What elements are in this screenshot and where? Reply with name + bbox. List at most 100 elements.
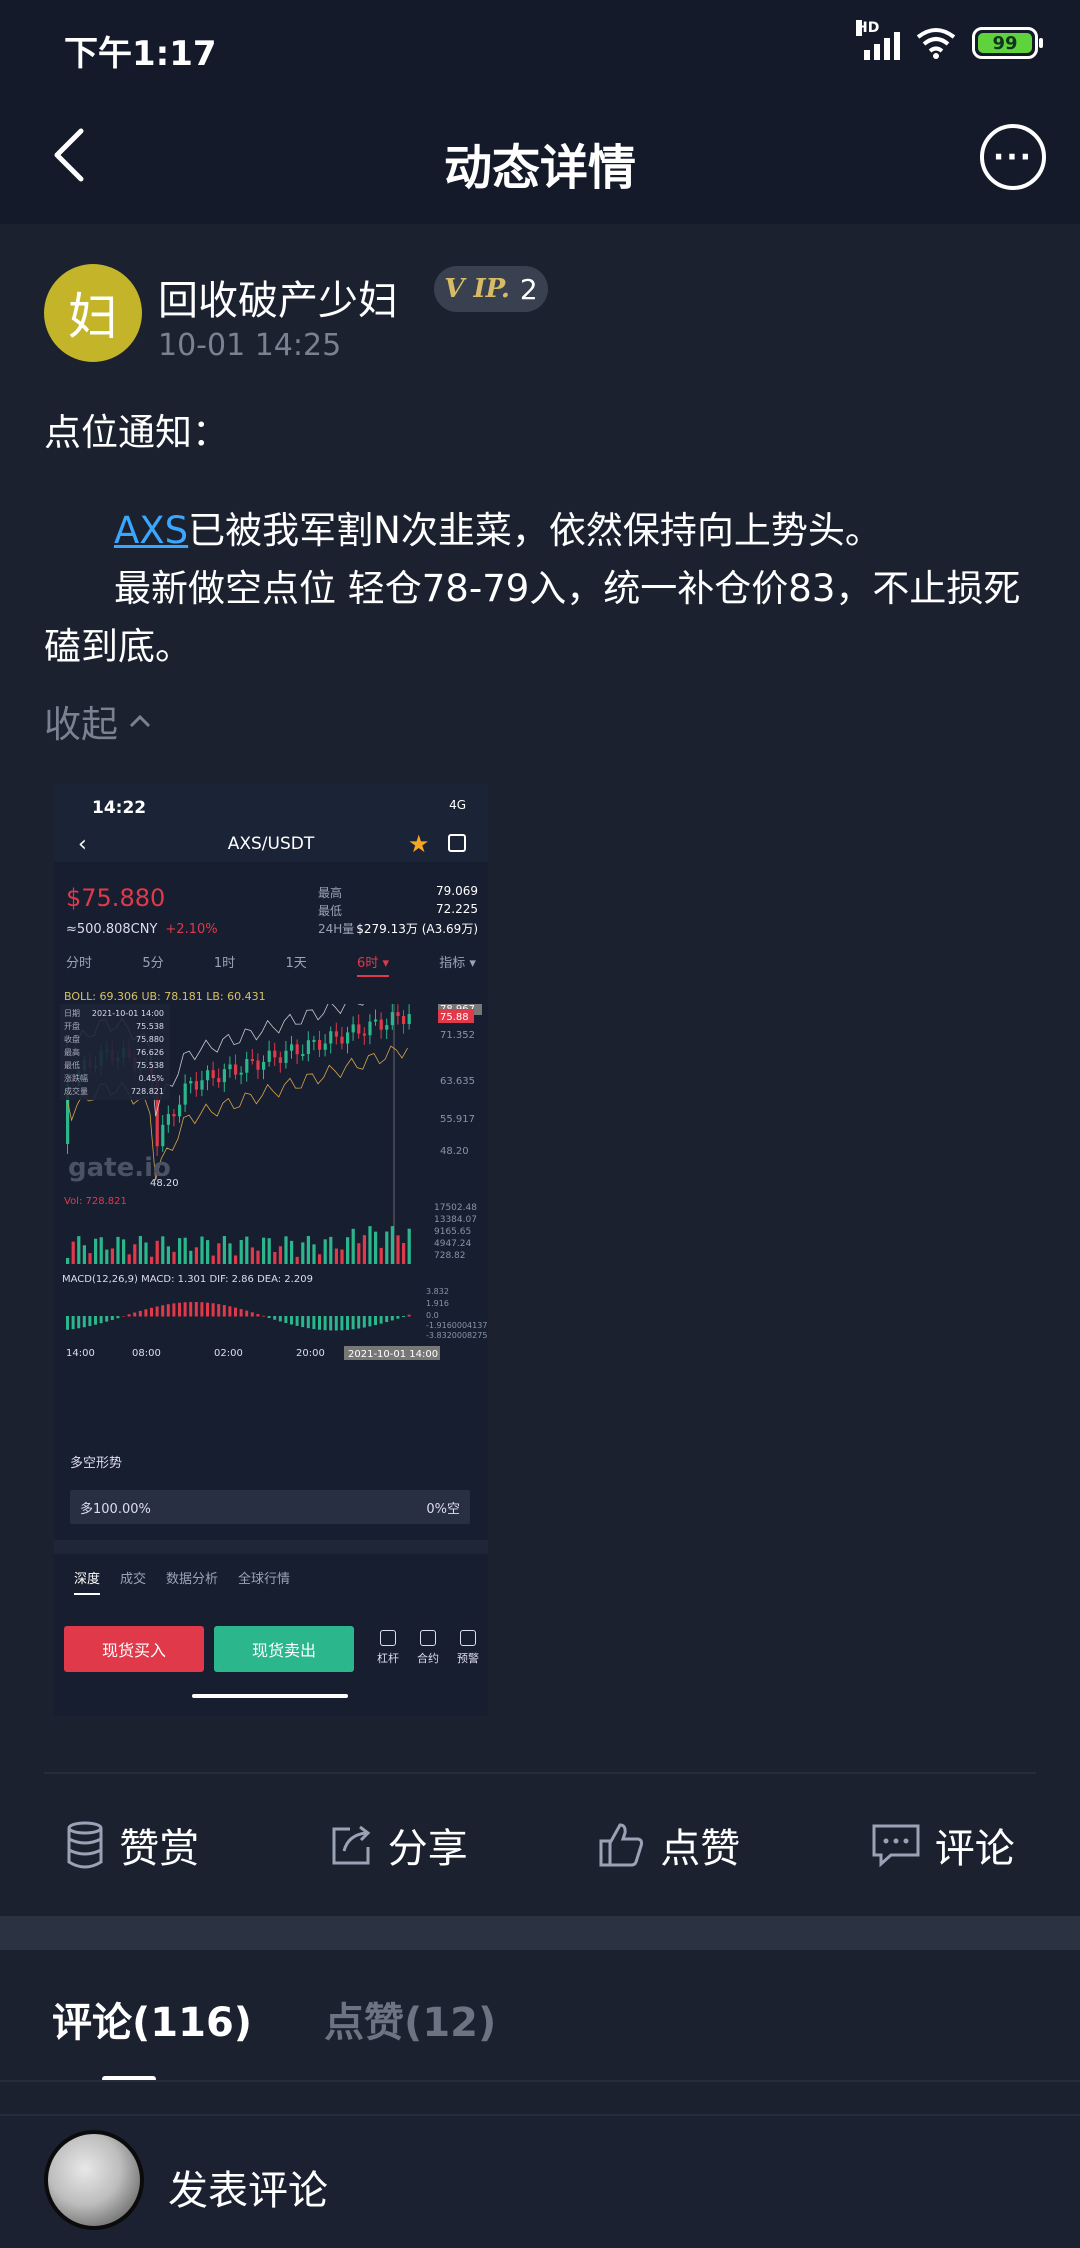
macd-bar <box>161 1305 165 1317</box>
macd-bar <box>200 1302 204 1317</box>
reward-button[interactable]: 赞赏 <box>65 1816 199 1874</box>
volume-bar <box>306 1236 310 1264</box>
crosshair-key: 最低 <box>64 1060 80 1070</box>
candle-body <box>374 1019 378 1022</box>
x-tick: 14:00 <box>66 1348 95 1359</box>
macd-bar <box>217 1304 221 1317</box>
ticker-link[interactable]: AXS <box>114 509 188 552</box>
candle-body <box>312 1039 316 1042</box>
candle-body <box>267 1050 271 1062</box>
share-button[interactable]: 分享 <box>330 1816 468 1874</box>
volume-bar <box>290 1240 294 1264</box>
macd-bar <box>290 1316 293 1325</box>
crosshair-key: 成交量 <box>64 1086 88 1096</box>
macd-bar <box>127 1314 131 1317</box>
attached-image[interactable]: 14:22 4G ‹ AXS/USDT ★ $75.880 ≈500.808CN… <box>54 784 488 1716</box>
comment-button[interactable]: 评论 <box>871 1816 1015 1874</box>
macd-bar <box>245 1310 249 1317</box>
tab-comments[interactable]: 评论(116) <box>52 1990 252 2082</box>
price-label: 55.917 <box>440 1114 475 1125</box>
volume-bar <box>206 1240 210 1264</box>
macd-bar <box>396 1316 400 1319</box>
volume-tick: 4947.24 <box>434 1239 471 1249</box>
crosshair-value: 75.880 <box>136 1035 164 1044</box>
macd-bar <box>334 1316 338 1331</box>
more-options-button[interactable]: ··· <box>980 124 1046 190</box>
comment-input[interactable]: 发表评论 <box>168 2158 328 2216</box>
divider <box>44 1772 1036 1774</box>
image-share-icon <box>448 834 466 852</box>
collapse-button[interactable]: 收起 <box>44 694 152 748</box>
status-bar: 下午1:17 HD 99 <box>0 0 1080 100</box>
volume-bar <box>217 1243 221 1264</box>
macd-tick: 1.916 <box>426 1299 449 1308</box>
volume-bar <box>402 1242 406 1264</box>
macd-bar <box>222 1305 226 1317</box>
post-datetime: 10-01 14:25 <box>158 328 342 363</box>
volume-bar <box>228 1243 232 1264</box>
volume-bar <box>77 1236 81 1264</box>
avatar[interactable]: 妇 <box>44 264 142 362</box>
comment-icon <box>872 1824 920 1867</box>
macd-bar <box>228 1306 232 1317</box>
crosshair-value: 75.538 <box>136 1022 164 1031</box>
candle-body <box>161 1124 165 1147</box>
candle-body <box>239 1072 243 1075</box>
x-tick: 02:00 <box>214 1348 243 1359</box>
macd-bar <box>250 1312 254 1317</box>
crosshair-value: 728.821 <box>131 1087 164 1096</box>
macd-bar <box>368 1316 372 1327</box>
volume-bar <box>161 1236 165 1264</box>
macd-bar <box>178 1302 181 1317</box>
macd-bar <box>122 1316 125 1317</box>
candle-body <box>295 1044 299 1055</box>
macd-bar <box>318 1316 321 1330</box>
macd-bar <box>379 1316 383 1324</box>
macd-bar <box>385 1316 389 1323</box>
candle-body <box>178 1104 182 1117</box>
macd-bar <box>133 1312 137 1317</box>
image-long-short-bar: 多100.00% 0%空 <box>70 1490 470 1524</box>
macd-bar <box>150 1307 153 1317</box>
macd-bar <box>211 1303 215 1317</box>
macd-bar <box>306 1316 310 1329</box>
candle-body <box>329 1031 333 1044</box>
macd-bar <box>206 1302 209 1317</box>
candle-body <box>234 1064 238 1075</box>
macd-bar <box>346 1316 349 1330</box>
price-label: 71.352 <box>440 1030 475 1041</box>
candle-body <box>351 1024 355 1033</box>
like-button[interactable]: 点赞 <box>598 1816 740 1874</box>
candle-body <box>194 1081 198 1090</box>
macd-bar <box>351 1316 355 1330</box>
macd-bar <box>144 1309 148 1317</box>
battery-level: 99 <box>978 33 1032 54</box>
candle-body <box>262 1061 266 1070</box>
macd-bar <box>390 1316 394 1321</box>
candle-body <box>340 1036 344 1044</box>
image-star-icon: ★ <box>408 830 430 858</box>
image-boll: BOLL: 69.306 UB: 78.181 LB: 60.431 <box>64 990 266 1003</box>
candle-body <box>211 1070 215 1079</box>
image-contract: 合约 <box>410 1630 446 1666</box>
macd-bar <box>88 1316 92 1327</box>
crosshair-key: 最高 <box>64 1047 80 1057</box>
macd-bar <box>239 1309 243 1317</box>
battery-icon: 99 <box>972 27 1043 59</box>
macd-bar <box>155 1306 159 1317</box>
x-tick: 08:00 <box>132 1348 161 1359</box>
user-avatar[interactable] <box>44 2130 144 2230</box>
comment-composer: 发表评论 <box>0 2114 1080 2248</box>
vip-level: 2 <box>519 272 538 306</box>
macd-tick: -3.832000827536 <box>426 1331 488 1340</box>
image-status: 4G <box>449 798 466 812</box>
macd-bar <box>166 1304 170 1317</box>
image-leverage: 杠杆 <box>370 1630 406 1666</box>
reward-label: 赞赏 <box>119 1826 200 1872</box>
image-sub-tabs: 深度 成交 数据分析 全球行情 <box>74 1568 290 1595</box>
macd-tick: 3.832 <box>426 1287 449 1296</box>
tab-likes[interactable]: 点赞(12) <box>324 1990 496 2048</box>
candle-body <box>379 1019 383 1030</box>
macd-bar <box>284 1316 288 1324</box>
username[interactable]: 回收破产少妇 <box>158 268 398 326</box>
